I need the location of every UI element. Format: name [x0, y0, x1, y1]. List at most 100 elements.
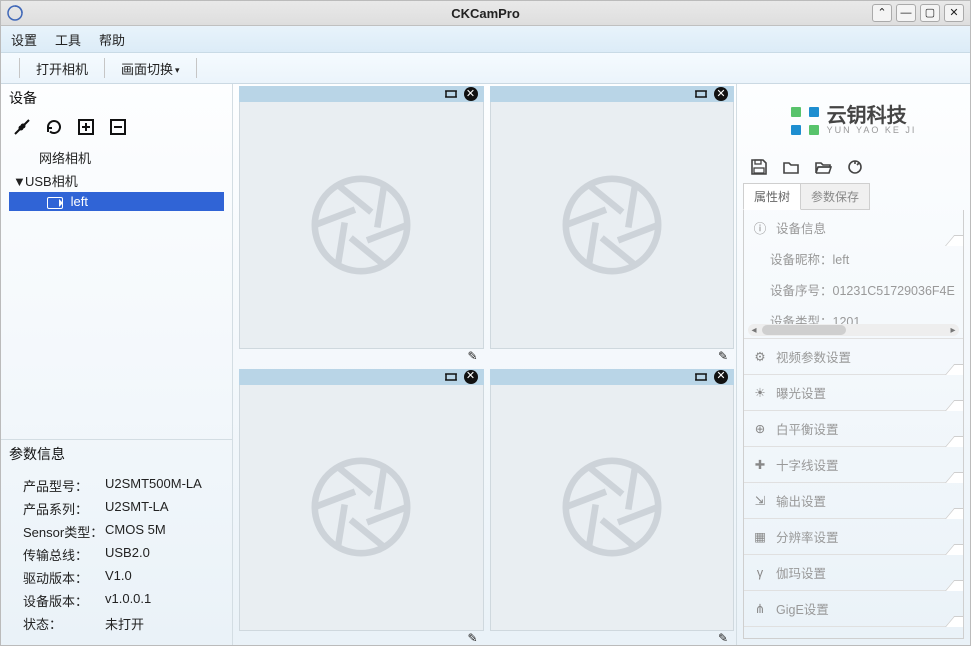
menu-tools[interactable]: 工具: [55, 30, 81, 49]
menu-bar: 设置 工具 帮助: [1, 26, 970, 53]
device-pane-title: 设备: [1, 84, 232, 112]
param-row: 传输总线：USB2.0: [23, 543, 210, 566]
viewport-footer: ✎: [239, 349, 484, 363]
fullscreen-icon[interactable]: [694, 370, 708, 384]
folder-open-icon[interactable]: [813, 157, 833, 177]
close-window-button[interactable]: ✕: [944, 4, 964, 22]
fullscreen-icon[interactable]: [694, 87, 708, 101]
main-toolbar: 打开相机 画面切换: [1, 53, 970, 84]
topmost-button[interactable]: ⌃: [872, 4, 892, 22]
accordion-header-resolution[interactable]: ▦分辨率设置: [744, 519, 963, 554]
close-viewport-icon[interactable]: ✕: [714, 370, 728, 384]
resolution-icon: ▦: [752, 529, 768, 544]
title-bar: CKCamPro ⌃ — ▢ ✕: [1, 1, 970, 26]
main-area: 设备 网络相机: [1, 84, 970, 645]
param-value: CMOS 5M: [105, 522, 166, 541]
close-viewport-icon[interactable]: ✕: [464, 87, 478, 101]
param-key: 驱动版本：: [23, 568, 105, 587]
viewport-canvas[interactable]: [239, 385, 484, 632]
open-camera-button[interactable]: 打开相机: [30, 56, 94, 81]
save-icon[interactable]: [749, 157, 769, 177]
brand-name-cn: 云钥科技: [827, 106, 917, 126]
expand-all-icon[interactable]: [75, 116, 97, 138]
accordion-label: 十字线设置: [776, 455, 839, 474]
accordion-label: 白平衡设置: [776, 419, 839, 438]
device-tree: 网络相机 ▼USB相机 left: [1, 146, 232, 219]
tree-node-usb[interactable]: ▼USB相机: [9, 169, 224, 192]
accordion-header-balance[interactable]: ⊕ 白平衡设置: [744, 411, 963, 446]
accordion-header-gamma[interactable]: γ伽玛设置: [744, 555, 963, 590]
param-key: 产品系列：: [23, 499, 105, 518]
horizontal-scrollbar[interactable]: ◂▸: [748, 324, 959, 336]
param-value: 未打开: [105, 614, 144, 633]
param-value: V1.0: [105, 568, 132, 587]
eyedropper-icon[interactable]: ✎: [718, 349, 728, 363]
eyedropper-icon[interactable]: ✎: [467, 349, 477, 363]
tab-property-tree[interactable]: 属性树: [743, 183, 801, 210]
param-table: 产品型号：U2SMT500M-LA产品系列：U2SMT-LASensor类型：C…: [1, 468, 232, 641]
minimize-button[interactable]: —: [896, 4, 916, 22]
folder-icon[interactable]: [781, 157, 801, 177]
menu-help[interactable]: 帮助: [99, 30, 125, 49]
accordion-header-info[interactable]: ⓘ 设备信息: [744, 210, 963, 245]
accordion-item: ⇲输出设置: [744, 483, 963, 519]
viewport-header: ✕: [239, 86, 484, 102]
viewport-1: ✕✎: [239, 86, 484, 363]
accordion-item: ✚十字线设置: [744, 447, 963, 483]
accordion-header-gige[interactable]: ⋔GigE设置: [744, 591, 963, 626]
accordion-header-sliders[interactable]: ⚙视频参数设置: [744, 339, 963, 374]
viewport-header: ✕: [239, 369, 484, 385]
maximize-button[interactable]: ▢: [920, 4, 940, 22]
param-key: Sensor类型：: [23, 522, 105, 541]
fullscreen-icon[interactable]: [444, 370, 458, 384]
device-info-row: 设备昵称：left: [770, 249, 955, 268]
tab-param-save[interactable]: 参数保存: [801, 183, 870, 210]
viewport-footer: ✎: [239, 631, 484, 645]
refresh-icon[interactable]: [43, 116, 65, 138]
right-pane: 云钥科技 YUN YAO KE JI 属性树: [736, 84, 970, 645]
brand-name-en: YUN YAO KE JI: [827, 126, 917, 135]
param-key: 传输总线：: [23, 545, 105, 564]
param-row: 产品型号：U2SMT500M-LA: [23, 474, 210, 497]
fullscreen-icon[interactable]: [444, 87, 458, 101]
viewport-canvas[interactable]: [490, 385, 735, 632]
viewport-footer: ✎: [490, 631, 735, 645]
accordion-label: 曝光设置: [776, 383, 826, 402]
accordion-header-output[interactable]: ⇲输出设置: [744, 483, 963, 518]
sun-icon: ☀: [752, 385, 768, 400]
viewport-canvas[interactable]: [490, 102, 735, 349]
connect-icon[interactable]: [11, 116, 33, 138]
param-row: 驱动版本：V1.0: [23, 566, 210, 589]
viewport-3: ✕✎: [239, 369, 484, 646]
sliders-icon: ⚙: [752, 349, 768, 364]
collapse-all-icon[interactable]: [107, 116, 129, 138]
close-viewport-icon[interactable]: ✕: [714, 87, 728, 101]
param-value: U2SMT-LA: [105, 499, 169, 518]
close-viewport-icon[interactable]: ✕: [464, 370, 478, 384]
reload-icon[interactable]: [845, 157, 865, 177]
camera-icon: [47, 197, 63, 209]
accordion-label: 设备信息: [776, 218, 826, 237]
info-icon: ⓘ: [752, 218, 768, 237]
menu-settings[interactable]: 设置: [11, 30, 37, 49]
param-row: 产品系列：U2SMT-LA: [23, 497, 210, 520]
balance-icon: ⊕: [752, 421, 768, 436]
param-row: Sensor类型：CMOS 5M: [23, 520, 210, 543]
gamma-icon: γ: [752, 566, 768, 580]
device-info-row: 设备序号：01231C51729036F4EE: [770, 280, 955, 299]
eyedropper-icon[interactable]: ✎: [718, 631, 728, 645]
viewport-canvas[interactable]: [239, 102, 484, 349]
gige-icon: ⋔: [752, 601, 768, 616]
app-icon: [7, 5, 23, 21]
accordion-item: ⊕ 白平衡设置: [744, 411, 963, 447]
right-tabs: 属性树 参数保存: [743, 183, 964, 210]
accordion-header-crosshair[interactable]: ✚十字线设置: [744, 447, 963, 482]
tree-node-network[interactable]: 网络相机: [9, 146, 224, 169]
tree-node-camera-left[interactable]: left: [9, 192, 224, 211]
param-value: v1.0.0.1: [105, 591, 151, 610]
accordion-label: 输出设置: [776, 491, 826, 510]
eyedropper-icon[interactable]: ✎: [467, 631, 477, 645]
view-switch-button[interactable]: 画面切换: [115, 56, 186, 81]
viewport-2: ✕✎: [490, 86, 735, 363]
accordion-header-sun[interactable]: ☀ 曝光设置: [744, 375, 963, 410]
